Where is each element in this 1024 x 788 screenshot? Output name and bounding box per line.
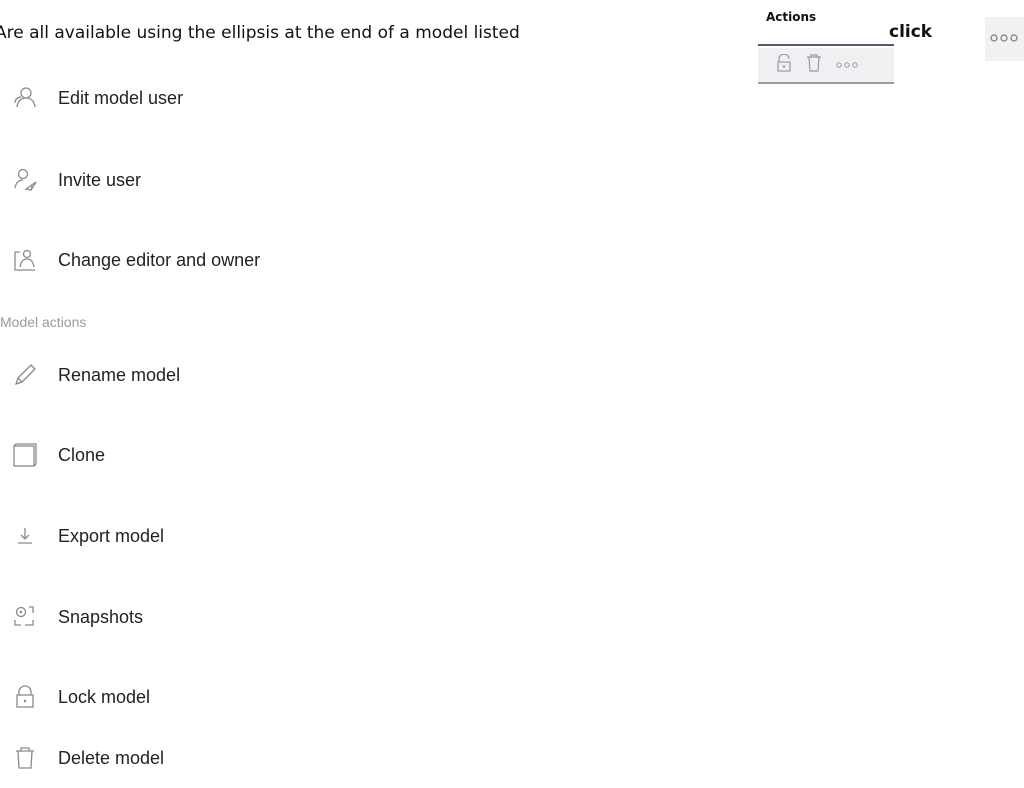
intro-text: Are all available using the ellipsis at … (0, 23, 520, 43)
download-icon (0, 525, 50, 547)
change-owner-icon (0, 247, 50, 273)
menu-item-snapshots[interactable]: Snapshots (0, 597, 143, 637)
ellipsis-icon[interactable] (836, 56, 858, 74)
invite-user-icon (0, 167, 50, 193)
ellipsis-button[interactable] (985, 17, 1024, 61)
click-text: click (889, 22, 933, 42)
menu-item-label: Edit model user (58, 87, 184, 108)
ellipsis-icon (989, 30, 1019, 48)
actions-icon-row (758, 48, 894, 84)
menu-item-invite-user[interactable]: Invite user (0, 160, 141, 200)
menu-item-label: Change editor and owner (58, 249, 261, 270)
menu-item-label: Rename model (58, 364, 181, 385)
menu-item-export-model[interactable]: Export model (0, 516, 164, 556)
lock-icon[interactable] (776, 52, 792, 77)
pencil-icon (0, 362, 50, 388)
menu-item-delete-model[interactable]: Delete model (0, 738, 164, 778)
menu-item-label: Invite user (58, 169, 142, 190)
menu-item-label: Snapshots (58, 606, 144, 627)
menu-item-label: Clone (58, 444, 106, 465)
menu-item-lock-model[interactable]: Lock model (0, 677, 150, 717)
trash-icon[interactable] (806, 53, 822, 77)
menu-item-clone[interactable]: Clone (0, 435, 105, 475)
actions-underline (758, 44, 894, 46)
menu-item-rename-model[interactable]: Rename model (0, 355, 180, 395)
trash-icon (0, 746, 50, 770)
section-header-model-actions: Model actions (0, 314, 87, 330)
menu-item-edit-model-user[interactable]: Edit model user (0, 78, 183, 118)
actions-panel: Actions (758, 6, 894, 92)
snapshot-icon (0, 604, 50, 630)
menu-item-label: Lock model (58, 686, 151, 707)
actions-title: Actions (766, 10, 817, 24)
users-icon (0, 85, 50, 111)
menu-item-label: Delete model (58, 747, 165, 768)
lock-icon (0, 685, 50, 709)
menu-item-label: Export model (58, 525, 165, 546)
clone-icon (0, 441, 50, 469)
menu-item-change-editor-owner[interactable]: Change editor and owner (0, 240, 260, 280)
